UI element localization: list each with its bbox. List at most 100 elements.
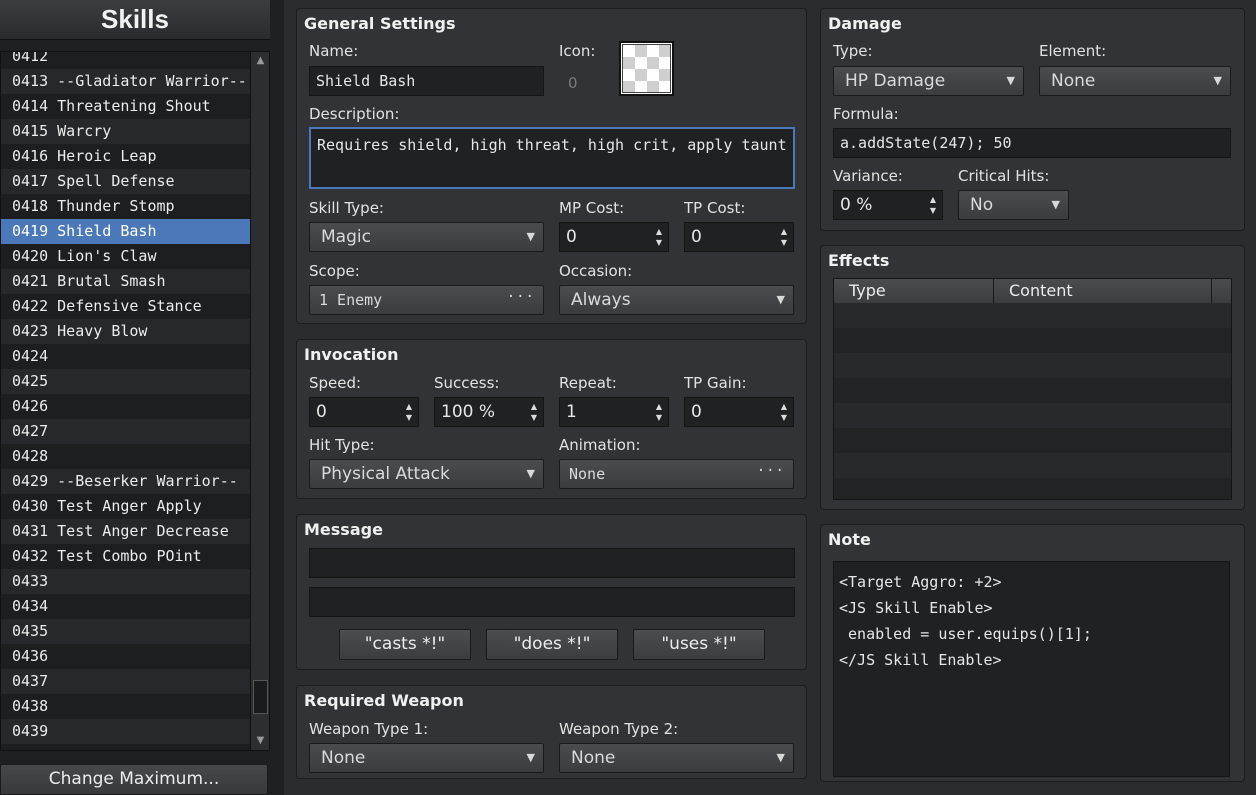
scroll-down-icon[interactable]: ▼ [251, 732, 269, 750]
spin-up-icon[interactable]: ▲ [654, 402, 664, 411]
success-spinner[interactable]: 100 % ▲ ▼ [434, 397, 544, 427]
table-row[interactable] [834, 403, 1231, 428]
uses-button[interactable]: "uses *!" [633, 629, 765, 660]
list-item[interactable]: 0440 [1, 744, 250, 750]
list-item[interactable]: 0435 [1, 619, 250, 644]
list-item[interactable]: 0429 --Beserker Warrior-- [1, 469, 250, 494]
variance-spinner[interactable]: 0 % ▲ ▼ [833, 190, 943, 220]
list-item[interactable]: 0437 [1, 669, 250, 694]
mp-cost-spinner[interactable]: 0 ▲ ▼ [559, 222, 669, 252]
effects-column-type[interactable]: Type [834, 279, 994, 303]
list-item[interactable]: 0426 [1, 394, 250, 419]
invocation-panel: Invocation Speed: 0 ▲ ▼ Success: 100 % ▲ ▼… [296, 339, 807, 499]
list-item[interactable]: 0413 --Gladiator Warrior-- [1, 69, 250, 94]
list-item[interactable]: 0421 Brutal Smash [1, 269, 250, 294]
scroll-thumb[interactable] [253, 680, 268, 714]
icon-picker[interactable] [619, 41, 674, 96]
list-item[interactable]: 0423 Heavy Blow [1, 319, 250, 344]
list-item[interactable]: 0427 [1, 419, 250, 444]
tp-gain-spinner[interactable]: 0 ▲ ▼ [684, 397, 794, 427]
skill-list[interactable]: 0412 0413 --Gladiator Warrior-- 0414 Threa… [0, 51, 270, 751]
list-item[interactable]: 0432 Test Combo POint [1, 544, 250, 569]
weapon-type-2-dropdown[interactable]: None ▼ [559, 743, 794, 773]
skill-type-dropdown[interactable]: Magic ▼ [309, 222, 544, 252]
name-field[interactable]: Shield Bash [309, 66, 544, 96]
repeat-value: 1 [566, 402, 577, 422]
damage-type-dropdown[interactable]: HP Damage ▼ [833, 66, 1024, 96]
mp-cost-value: 0 [566, 227, 577, 247]
change-maximum-button[interactable]: Change Maximum... [0, 764, 268, 795]
spin-up-icon[interactable]: ▲ [654, 227, 664, 236]
list-item[interactable]: 0420 Lion's Claw [1, 244, 250, 269]
list-item[interactable]: 0422 Defensive Stance [1, 294, 250, 319]
skill-list-scrollbar[interactable]: ▲ ▼ [250, 52, 269, 750]
list-item[interactable]: 0436 [1, 644, 250, 669]
speed-spinner[interactable]: 0 ▲ ▼ [309, 397, 419, 427]
message-line-1[interactable] [309, 548, 795, 578]
message-line-2[interactable] [309, 587, 795, 617]
table-row[interactable] [834, 378, 1231, 403]
list-item[interactable]: 0412 [1, 52, 250, 69]
list-item[interactable]: 0433 [1, 569, 250, 594]
list-item[interactable]: 0416 Heroic Leap [1, 144, 250, 169]
icon-index: 0 [568, 74, 578, 92]
list-item[interactable]: 0428 [1, 444, 250, 469]
spin-up-icon[interactable]: ▲ [404, 402, 414, 411]
tp-cost-spinner[interactable]: 0 ▲ ▼ [684, 222, 794, 252]
spin-down-icon[interactable]: ▼ [529, 413, 539, 422]
table-row[interactable] [834, 478, 1231, 499]
general-settings-panel: General Settings Name: Shield Bash Icon:… [296, 8, 807, 324]
list-item[interactable]: 0415 Warcry [1, 119, 250, 144]
table-row[interactable] [834, 353, 1231, 378]
animation-picker[interactable]: None ··· [559, 459, 794, 489]
variance-value: 0 % [840, 195, 873, 215]
table-row[interactable] [834, 453, 1231, 478]
scroll-up-icon[interactable]: ▲ [251, 52, 269, 70]
effects-column-content[interactable]: Content [994, 279, 1212, 303]
list-item[interactable]: 0434 [1, 594, 250, 619]
element-value: None [1051, 71, 1096, 91]
element-dropdown[interactable]: None ▼ [1039, 66, 1231, 96]
list-item[interactable]: 0424 [1, 344, 250, 369]
occasion-dropdown[interactable]: Always ▼ [559, 285, 794, 315]
effects-table[interactable]: Type Content [833, 278, 1232, 500]
list-item[interactable]: 0430 Test Anger Apply [1, 494, 250, 519]
list-item[interactable]: 0418 Thunder Stomp [1, 194, 250, 219]
list-item[interactable]: 0431 Test Anger Decrease [1, 519, 250, 544]
hit-type-dropdown[interactable]: Physical Attack ▼ [309, 459, 544, 489]
note-field[interactable]: <Target Aggro: +2> <JS Skill Enable> ena… [833, 561, 1230, 777]
list-item[interactable]: 0425 [1, 369, 250, 394]
weapon-type-1-label: Weapon Type 1: [309, 720, 429, 738]
spin-up-icon[interactable]: ▲ [779, 227, 789, 236]
spin-down-icon[interactable]: ▼ [779, 413, 789, 422]
formula-field[interactable]: a.addState(247); 50 [833, 128, 1231, 158]
description-field[interactable]: Requires shield, high threat, high crit,… [309, 127, 795, 189]
table-row[interactable] [834, 328, 1231, 353]
weapon-type-1-value: None [321, 748, 366, 768]
list-item[interactable]: 0417 Spell Defense [1, 169, 250, 194]
list-item[interactable]: 0419 Shield Bash [1, 219, 250, 244]
spin-up-icon[interactable]: ▲ [779, 402, 789, 411]
required-weapon-panel: Required Weapon Weapon Type 1: None ▼ We… [296, 685, 807, 779]
list-item[interactable]: 0438 [1, 694, 250, 719]
spin-down-icon[interactable]: ▼ [779, 238, 789, 247]
spin-down-icon[interactable]: ▼ [404, 413, 414, 422]
spin-down-icon[interactable]: ▼ [654, 413, 664, 422]
repeat-spinner[interactable]: 1 ▲ ▼ [559, 397, 669, 427]
spin-down-icon[interactable]: ▼ [928, 206, 938, 215]
spin-up-icon[interactable]: ▲ [928, 195, 938, 204]
spin-down-icon[interactable]: ▼ [654, 238, 664, 247]
casts-button[interactable]: "casts *!" [339, 629, 471, 660]
weapon-type-1-dropdown[interactable]: None ▼ [309, 743, 544, 773]
tp-cost-value: 0 [691, 227, 702, 247]
table-row[interactable] [834, 303, 1231, 328]
effects-panel: Effects Type Content [820, 245, 1245, 510]
table-row[interactable] [834, 428, 1231, 453]
damage-type-value: HP Damage [845, 71, 946, 91]
list-item[interactable]: 0414 Threatening Shout [1, 94, 250, 119]
spin-up-icon[interactable]: ▲ [529, 402, 539, 411]
critical-hits-dropdown[interactable]: No ▼ [958, 190, 1069, 220]
scope-picker[interactable]: 1 Enemy ··· [309, 285, 544, 315]
does-button[interactable]: "does *!" [486, 629, 618, 660]
list-item[interactable]: 0439 [1, 719, 250, 744]
